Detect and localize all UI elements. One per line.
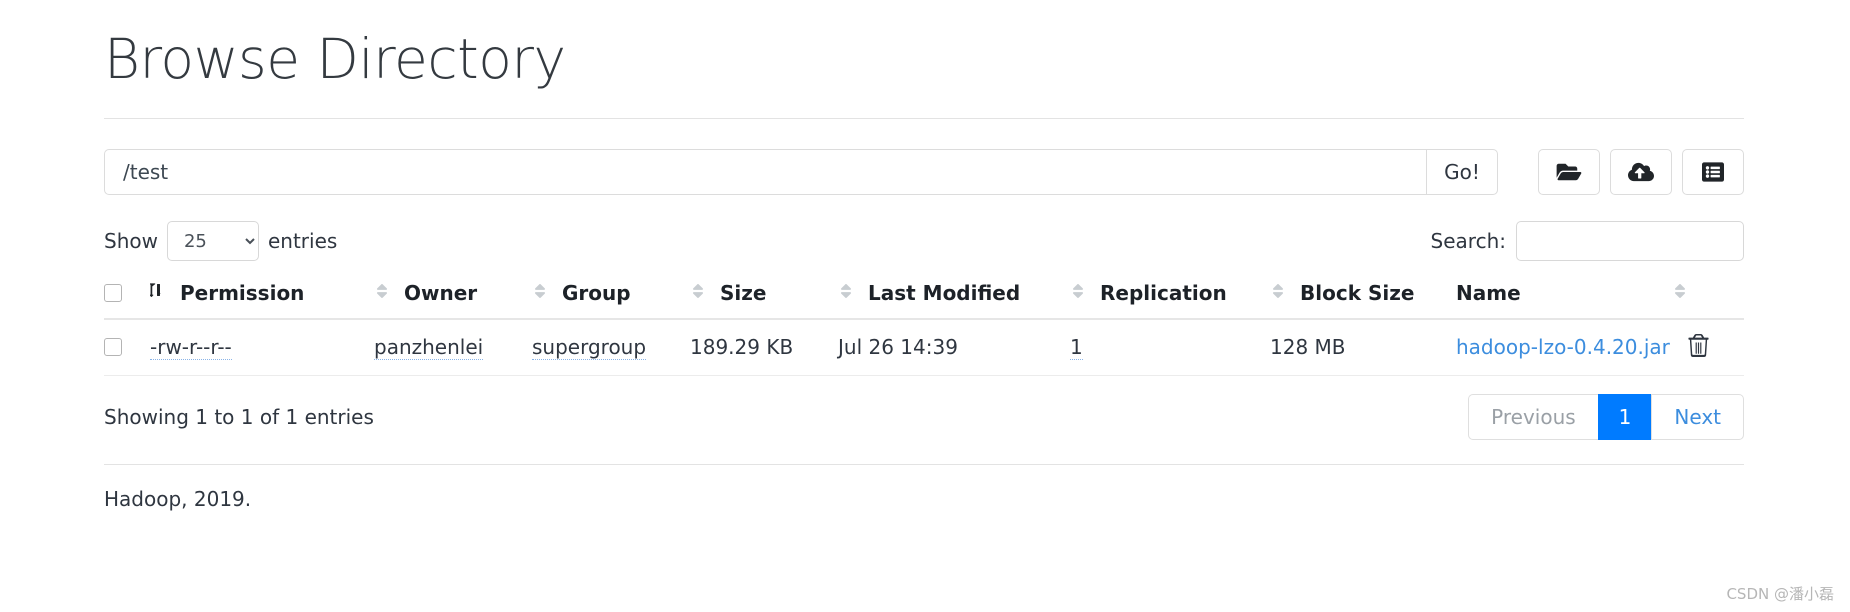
sort-icon[interactable] — [374, 281, 390, 305]
list-alt-icon — [1701, 161, 1725, 183]
header-last-modified-label: Last Modified — [868, 281, 1021, 306]
header-select-all — [104, 275, 150, 321]
cloud-upload-icon — [1628, 161, 1654, 183]
show-entries-control: Show 25 entries — [104, 221, 338, 262]
directory-path-input[interactable] — [104, 149, 1426, 196]
footer-divider — [104, 464, 1744, 466]
pagination-next[interactable]: Next — [1651, 394, 1744, 441]
sort-icon[interactable] — [690, 281, 706, 305]
files-table-head: Permission Owner Group Size Last Modifie… — [104, 275, 1744, 321]
cell-owner: panzhenlei — [374, 319, 532, 377]
header-size-label: Size — [720, 281, 767, 306]
table-header-row: Permission Owner Group Size Last Modifie… — [104, 275, 1744, 321]
header-permission[interactable]: Permission — [149, 275, 374, 321]
header-block-size[interactable]: Block Size — [1270, 275, 1456, 321]
cell-last-modified: Jul 26 14:39 — [838, 319, 1070, 377]
cell-name: hadoop-lzo-0.4.20.jar — [1456, 319, 1688, 377]
table-row: -rw-r--r-- panzhenlei supergroup 189.29 … — [104, 319, 1744, 377]
replication-value[interactable]: 1 — [1070, 335, 1083, 361]
trash-icon — [1688, 334, 1709, 360]
sort-icon[interactable] — [1270, 281, 1286, 305]
search-input[interactable] — [1516, 221, 1744, 262]
header-group[interactable]: Group — [532, 275, 690, 321]
pagination-previous[interactable]: Previous — [1468, 394, 1598, 441]
entries-info: Showing 1 to 1 of 1 entries — [104, 405, 374, 430]
watermark: CSDN @潘小磊 — [1726, 585, 1834, 603]
row-select-checkbox[interactable] — [104, 338, 122, 357]
header-name[interactable]: Name — [1456, 275, 1688, 321]
upload-files-button[interactable] — [1610, 149, 1672, 196]
file-name-link[interactable]: hadoop-lzo-0.4.20.jar — [1456, 335, 1670, 359]
owner-value[interactable]: panzhenlei — [374, 335, 484, 361]
cell-group: supergroup — [532, 319, 690, 377]
pagination: Previous 1 Next — [1468, 394, 1744, 441]
select-all-checkbox[interactable] — [104, 284, 122, 303]
directory-action-buttons — [1538, 149, 1744, 196]
sort-icon[interactable] — [1672, 281, 1688, 305]
cell-block-size: 128 MB — [1270, 319, 1456, 377]
cell-actions — [1688, 319, 1744, 377]
header-replication-label: Replication — [1100, 281, 1227, 306]
header-block-size-label: Block Size — [1300, 281, 1415, 306]
search-control: Search: — [1430, 221, 1744, 262]
folder-open-icon — [1556, 161, 1582, 183]
sort-icon[interactable] — [532, 281, 548, 305]
path-toolbar: Go! — [104, 149, 1744, 196]
header-replication[interactable]: Replication — [1070, 275, 1270, 321]
files-table-body: -rw-r--r-- panzhenlei supergroup 189.29 … — [104, 319, 1744, 377]
table-controls: Show 25 entries Search: — [104, 221, 1744, 262]
path-input-group: Go! — [104, 149, 1498, 196]
title-divider — [104, 118, 1744, 120]
page-container: Browse Directory Go! — [104, 0, 1744, 511]
header-owner[interactable]: Owner — [374, 275, 532, 321]
entries-label: entries — [267, 229, 338, 254]
create-directory-button[interactable] — [1538, 149, 1600, 196]
footer-text: Hadoop, 2019. — [104, 487, 252, 512]
row-select-cell — [104, 319, 150, 377]
permission-value[interactable]: -rw-r--r-- — [150, 335, 232, 361]
browse-directory-page: Browse Directory Go! — [0, 0, 1850, 612]
group-value[interactable]: supergroup — [532, 335, 647, 361]
header-group-label: Group — [562, 281, 631, 306]
sort-icon[interactable] — [1070, 281, 1086, 305]
header-last-modified[interactable]: Last Modified — [838, 275, 1070, 321]
table-footer: Showing 1 to 1 of 1 entries Previous 1 N… — [104, 394, 1744, 441]
cell-replication: 1 — [1070, 319, 1270, 377]
delete-file-button[interactable] — [1688, 334, 1709, 360]
show-label: Show — [104, 229, 158, 254]
go-button[interactable]: Go! — [1426, 149, 1498, 196]
page-title: Browse Directory — [104, 27, 566, 91]
header-name-label: Name — [1456, 281, 1521, 306]
header-size[interactable]: Size — [690, 275, 838, 321]
header-actions — [1688, 275, 1744, 321]
search-label: Search: — [1430, 229, 1506, 254]
entries-per-page-select[interactable]: 25 — [166, 221, 259, 262]
header-owner-label: Owner — [404, 281, 478, 306]
sort-amount-down-icon[interactable] — [149, 281, 166, 305]
files-table: Permission Owner Group Size Last Modifie… — [104, 275, 1744, 377]
pagination-page-1[interactable]: 1 — [1597, 394, 1652, 441]
cell-size: 189.29 KB — [690, 319, 838, 377]
header-permission-label: Permission — [180, 281, 305, 306]
sort-icon[interactable] — [838, 281, 854, 305]
cut-paste-button[interactable] — [1682, 149, 1744, 196]
cell-permission: -rw-r--r-- — [150, 319, 374, 377]
